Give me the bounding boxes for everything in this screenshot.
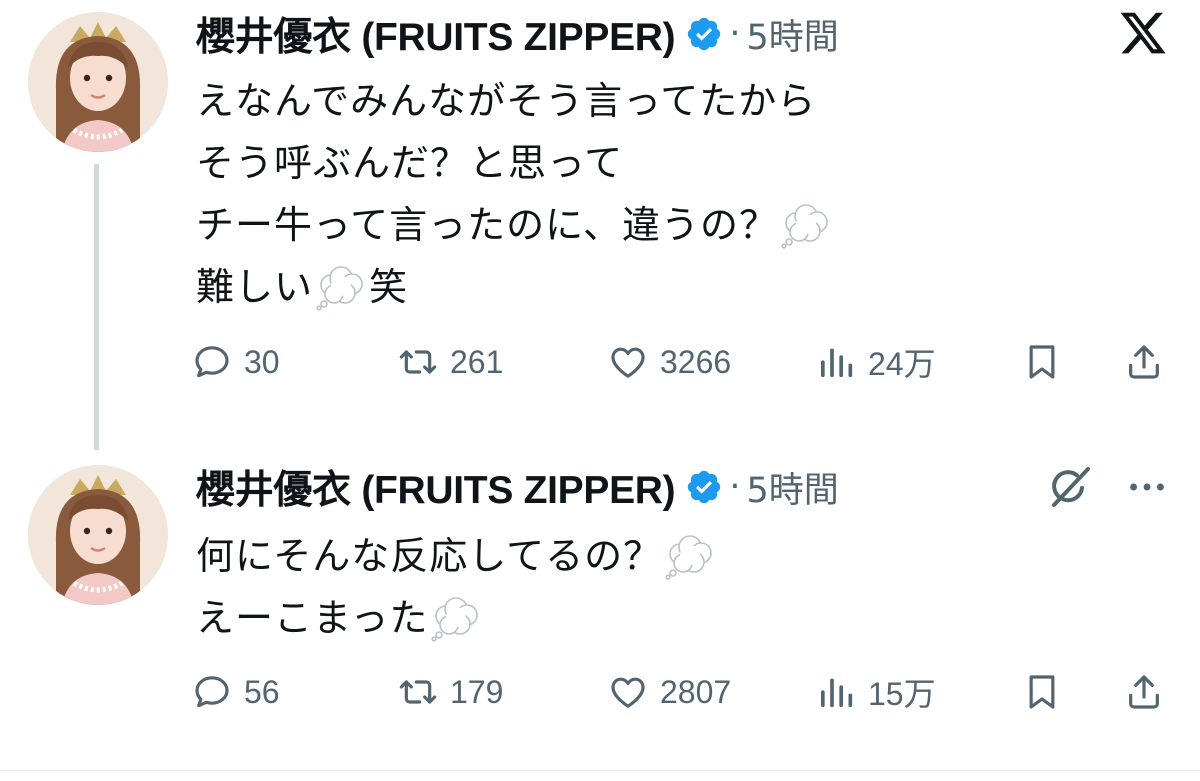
views-button[interactable]: 15万 xyxy=(816,667,936,717)
thread-line xyxy=(94,164,99,450)
tweet-text: 何にそんな反応してるの？ えーこまった xyxy=(196,525,996,649)
avatar-image xyxy=(28,12,168,152)
text-line: 何にそんな反応してるの？ xyxy=(196,525,996,587)
separator-dot: · xyxy=(729,14,741,54)
text-line: えなんでみんながそう言ってたから xyxy=(196,70,996,132)
text-line-content: そう呼ぶんだ？と思って xyxy=(196,141,624,185)
bookmark-icon xyxy=(1029,345,1055,379)
x-logo-icon xyxy=(1120,12,1166,54)
view-count: 24万 xyxy=(868,346,936,382)
reply-button[interactable]: 56 xyxy=(192,667,280,717)
verified-badge-icon xyxy=(688,470,721,504)
repost-count: 261 xyxy=(450,343,504,380)
grok-icon[interactable] xyxy=(1046,463,1094,511)
bookmark-icon xyxy=(1029,675,1055,709)
tweet-header: 櫻井優衣 (FRUITS ZIPPER) · 5時間 xyxy=(196,462,839,513)
reply-count: 56 xyxy=(244,673,280,710)
share-icon xyxy=(1129,675,1159,709)
avatar[interactable] xyxy=(28,12,168,152)
author-name[interactable]: 櫻井優衣 (FRUITS ZIPPER) xyxy=(196,459,676,515)
like-count: 2807 xyxy=(660,673,732,710)
heart-icon xyxy=(611,347,645,378)
views-icon xyxy=(821,678,853,707)
thought-balloon-icon xyxy=(781,204,828,249)
avatar-image xyxy=(28,465,168,605)
reply-button[interactable]: 30 xyxy=(192,337,280,387)
text-line: チー牛って言ったのに、違うの？ xyxy=(196,194,996,256)
bookmark-button[interactable] xyxy=(1022,667,1062,717)
bookmark-button[interactable] xyxy=(1022,337,1062,387)
repost-icon xyxy=(399,350,437,374)
like-button[interactable]: 3266 xyxy=(608,337,731,387)
text-line-content: チー牛って言ったのに、違うの？ xyxy=(196,203,778,247)
thought-balloon-icon xyxy=(431,597,479,642)
heart-icon xyxy=(611,677,645,708)
repost-button[interactable]: 261 xyxy=(398,337,503,387)
text-line-content: えなんでみんながそう言ってたから xyxy=(196,79,817,123)
divider xyxy=(0,770,1200,771)
timestamp[interactable]: 5時間 xyxy=(746,462,838,513)
timestamp[interactable]: 5時間 xyxy=(746,9,838,60)
text-line: 難しい 笑 xyxy=(196,256,996,318)
share-button[interactable] xyxy=(1124,667,1164,717)
separator-dot: · xyxy=(729,467,741,507)
repost-button[interactable]: 179 xyxy=(398,667,503,717)
text-line-content: 難しい xyxy=(196,265,314,309)
repost-icon xyxy=(399,680,437,704)
text-line-content: えーこまった xyxy=(196,596,429,640)
repost-count: 179 xyxy=(450,673,504,710)
avatar[interactable] xyxy=(28,465,168,605)
author-name[interactable]: 櫻井優衣 (FRUITS ZIPPER) xyxy=(196,6,676,62)
reply-icon xyxy=(195,676,229,708)
tweet-header: 櫻井優衣 (FRUITS ZIPPER) · 5時間 xyxy=(196,9,839,60)
tweet-2[interactable]: 櫻井優衣 (FRUITS ZIPPER) · 5時間 何にそんな反応してるの？ xyxy=(0,445,1200,765)
text-line: そう呼ぶんだ？と思って xyxy=(196,132,996,194)
thought-balloon-icon xyxy=(316,266,363,311)
verified-badge-icon xyxy=(688,17,721,51)
action-bar: 30 261 3266 24万 xyxy=(192,337,1182,387)
tweet-text: えなんでみんながそう言ってたから そう呼ぶんだ？と思って チー牛って言ったのに、… xyxy=(196,70,996,318)
share-button[interactable] xyxy=(1124,337,1164,387)
views-icon xyxy=(821,348,853,377)
reply-icon xyxy=(195,346,229,378)
action-bar: 56 179 2807 15万 xyxy=(192,667,1182,717)
text-line-content: 何にそんな反応してるの？ xyxy=(196,534,663,578)
share-icon xyxy=(1129,345,1159,379)
tweet-1[interactable]: 櫻井優衣 (FRUITS ZIPPER) · 5時間 えなんでみんながそう言って… xyxy=(0,0,1200,450)
view-count: 15万 xyxy=(868,676,936,712)
thought-balloon-icon xyxy=(665,535,712,580)
more-icon[interactable] xyxy=(1124,467,1170,507)
like-button[interactable]: 2807 xyxy=(608,667,731,717)
text-line: えーこまった xyxy=(196,587,996,649)
like-count: 3266 xyxy=(660,343,732,380)
text-line-tail: 笑 xyxy=(369,265,409,309)
views-button[interactable]: 24万 xyxy=(816,337,936,387)
reply-count: 30 xyxy=(244,343,280,380)
